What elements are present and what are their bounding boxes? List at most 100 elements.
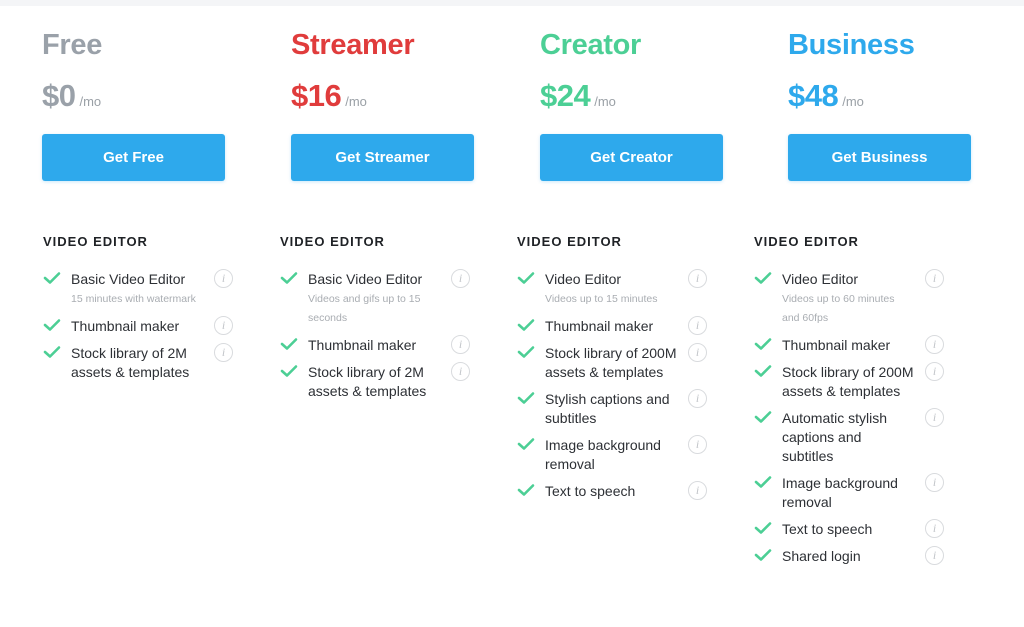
price-row: $0/mo xyxy=(42,78,101,114)
feature-item: Stock library of 2M assets & templates i xyxy=(43,343,243,382)
info-icon[interactable]: i xyxy=(688,435,707,454)
get-creator-button[interactable]: Get Creator xyxy=(540,134,723,181)
top-band xyxy=(0,0,1024,6)
plan-title: Streamer xyxy=(291,29,415,61)
check-icon xyxy=(43,319,61,331)
price-period: /mo xyxy=(345,94,367,109)
get-business-button[interactable]: Get Business xyxy=(788,134,971,181)
plan-price: $16 xyxy=(291,78,342,113)
section-title: VIDEO EDITOR xyxy=(517,234,622,249)
feature-note: 15 minutes with watermark xyxy=(71,293,196,305)
info-icon[interactable]: i xyxy=(688,343,707,362)
info-icon[interactable]: i xyxy=(214,343,233,362)
feature-list: Video Editor Videos up to 15 minutes i Thum… xyxy=(517,269,717,501)
info-icon[interactable]: i xyxy=(925,546,944,565)
feature-note: Videos up to 60 minutes and 60fps xyxy=(782,293,895,324)
check-icon xyxy=(754,411,772,423)
feature-item: Image background removal i xyxy=(754,473,954,512)
plan-price: $48 xyxy=(788,78,839,113)
feature-item: Text to speech i xyxy=(754,519,954,539)
check-icon xyxy=(517,272,535,284)
check-icon xyxy=(280,272,298,284)
info-icon[interactable]: i xyxy=(925,335,944,354)
feature-item: Thumbnail maker i xyxy=(43,316,243,336)
info-icon[interactable]: i xyxy=(925,408,944,427)
feature-label: Stock library of 2M assets & templates xyxy=(308,364,427,399)
feature-label: Image background removal xyxy=(545,437,661,472)
info-icon[interactable]: i xyxy=(214,316,233,335)
feature-item: Basic Video Editor 15 minutes with waterm… xyxy=(43,269,243,309)
feature-item: Video Editor Videos up to 15 minutes i xyxy=(517,269,717,309)
feature-label: Stock library of 200M assets & templates xyxy=(545,345,677,380)
features-creator: VIDEO EDITOR Video Editor Videos up to 15… xyxy=(517,234,717,509)
get-free-button[interactable]: Get Free xyxy=(42,134,225,181)
feature-label: Text to speech xyxy=(545,483,636,499)
info-icon[interactable]: i xyxy=(925,473,944,492)
info-icon[interactable]: i xyxy=(925,362,944,381)
feature-item: Thumbnail maker i xyxy=(517,316,717,336)
check-icon xyxy=(517,392,535,404)
check-icon xyxy=(43,272,61,284)
check-icon xyxy=(754,549,772,561)
get-streamer-button[interactable]: Get Streamer xyxy=(291,134,474,181)
check-icon xyxy=(754,338,772,350)
price-row: $48/mo xyxy=(788,78,864,114)
info-icon[interactable]: i xyxy=(925,269,944,288)
info-icon[interactable]: i xyxy=(451,269,470,288)
feature-item: Shared login i xyxy=(754,546,954,566)
check-icon xyxy=(754,522,772,534)
price-row: $16/mo xyxy=(291,78,367,114)
plan-title: Creator xyxy=(540,29,642,61)
plan-title: Free xyxy=(42,29,103,61)
feature-label: Stock library of 2M assets & templates xyxy=(71,345,190,380)
feature-list: Basic Video Editor Videos and gifs up to … xyxy=(280,269,480,401)
feature-note: Videos and gifs up to 15 seconds xyxy=(308,293,421,324)
price-period: /mo xyxy=(79,94,102,109)
feature-label: Basic Video Editor xyxy=(308,271,423,287)
check-icon xyxy=(43,346,61,358)
feature-item: Stock library of 200M assets & templates… xyxy=(754,362,954,401)
feature-label: Basic Video Editor xyxy=(71,271,186,287)
section-title: VIDEO EDITOR xyxy=(754,234,859,249)
feature-label: Thumbnail maker xyxy=(545,318,654,334)
feature-item: Stylish captions and subtitles i xyxy=(517,389,717,428)
price-period: /mo xyxy=(842,94,864,109)
feature-label: Automatic stylish captions and subtitles xyxy=(782,410,888,464)
info-icon[interactable]: i xyxy=(451,335,470,354)
features-free: VIDEO EDITOR Basic Video Editor 15 minute… xyxy=(43,234,243,390)
price-period: /mo xyxy=(594,94,616,109)
section-title: VIDEO EDITOR xyxy=(43,234,148,249)
feature-label: Stock library of 200M assets & templates xyxy=(782,364,914,399)
info-icon[interactable]: i xyxy=(214,269,233,288)
features-streamer: VIDEO EDITOR Basic Video Editor Videos an… xyxy=(280,234,480,409)
feature-label: Video Editor xyxy=(782,271,859,287)
info-icon[interactable]: i xyxy=(688,389,707,408)
info-icon[interactable]: i xyxy=(688,316,707,335)
features-business: VIDEO EDITOR Video Editor Videos up to 60… xyxy=(754,234,954,574)
feature-item: Basic Video Editor Videos and gifs up to … xyxy=(280,269,480,328)
feature-item: Stock library of 2M assets & templates i xyxy=(280,362,480,401)
feature-label: Shared login xyxy=(782,548,861,564)
info-icon[interactable]: i xyxy=(925,519,944,538)
plan-title: Business xyxy=(788,29,915,61)
section-title: VIDEO EDITOR xyxy=(280,234,385,249)
info-icon[interactable]: i xyxy=(688,269,707,288)
feature-list: Basic Video Editor 15 minutes with waterm… xyxy=(43,269,243,382)
feature-list: Video Editor Videos up to 60 minutes and … xyxy=(754,269,954,566)
price-row: $24/mo xyxy=(540,78,616,114)
check-icon xyxy=(517,438,535,450)
check-icon xyxy=(517,319,535,331)
check-icon xyxy=(517,484,535,496)
feature-item: Video Editor Videos up to 60 minutes and … xyxy=(754,269,954,328)
check-icon xyxy=(517,346,535,358)
check-icon xyxy=(280,365,298,377)
feature-item: Automatic stylish captions and subtitles… xyxy=(754,408,954,466)
feature-label: Thumbnail maker xyxy=(71,318,180,334)
feature-item: Thumbnail maker i xyxy=(280,335,480,355)
info-icon[interactable]: i xyxy=(688,481,707,500)
check-icon xyxy=(280,338,298,350)
info-icon[interactable]: i xyxy=(451,362,470,381)
check-icon xyxy=(754,476,772,488)
feature-label: Image background removal xyxy=(782,475,898,510)
plan-price: $0 xyxy=(42,78,76,113)
